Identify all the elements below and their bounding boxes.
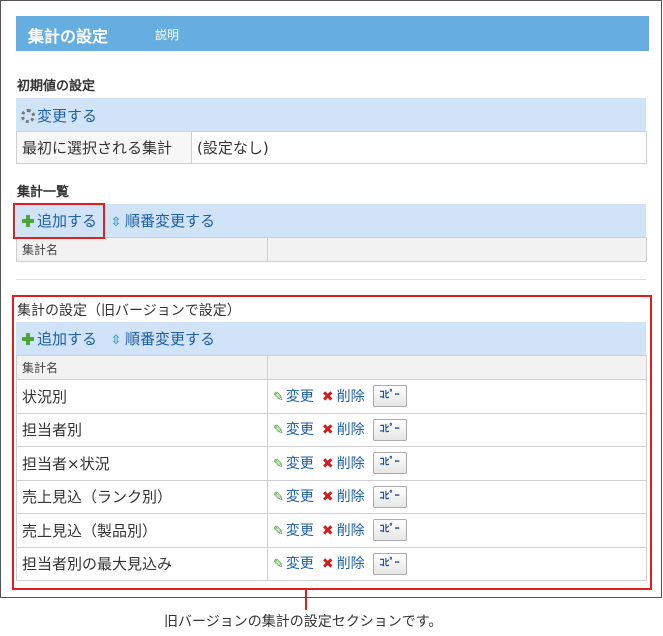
default-row-value: (設定なし) — [191, 131, 647, 164]
updown-arrow-icon: ⇳ — [110, 215, 122, 230]
settings-panel: 集計の設定 説明 初期値の設定 変更する 最初に選択される集計 (設定なし) 集… — [0, 0, 662, 598]
column-header-actions — [267, 237, 647, 262]
list-section-title: 集計一覧 — [17, 185, 70, 200]
add-link-highlight — [13, 203, 105, 239]
divider — [16, 279, 646, 280]
page-title: 集計の設定 — [28, 27, 109, 46]
callout-caption: 旧バージョンの集計の設定セクションです。 — [164, 614, 443, 630]
change-default-link[interactable]: 変更する — [21, 105, 97, 126]
aggregation-list-table: 集計名 — [16, 237, 647, 262]
legacy-section-highlight — [12, 295, 652, 590]
reorder-link[interactable]: ⇳ 順番変更する — [110, 210, 215, 231]
defaults-toolbar: 変更する — [16, 98, 646, 131]
default-row-label: 最初に選択される集計 — [16, 131, 192, 164]
list-toolbar: 追加する ⇳ 順番変更する — [16, 204, 646, 237]
page-header: 集計の設定 説明 — [16, 16, 649, 51]
change-default-label: 変更する — [37, 107, 98, 125]
defaults-table: 最初に選択される集計 (設定なし) — [16, 131, 647, 164]
defaults-section-title: 初期値の設定 — [17, 79, 96, 94]
help-link[interactable]: 説明 — [155, 26, 179, 43]
reorder-label: 順番変更する — [125, 212, 216, 230]
column-header-name: 集計名 — [16, 237, 268, 262]
gear-icon — [21, 109, 35, 123]
callout-line — [305, 588, 307, 610]
